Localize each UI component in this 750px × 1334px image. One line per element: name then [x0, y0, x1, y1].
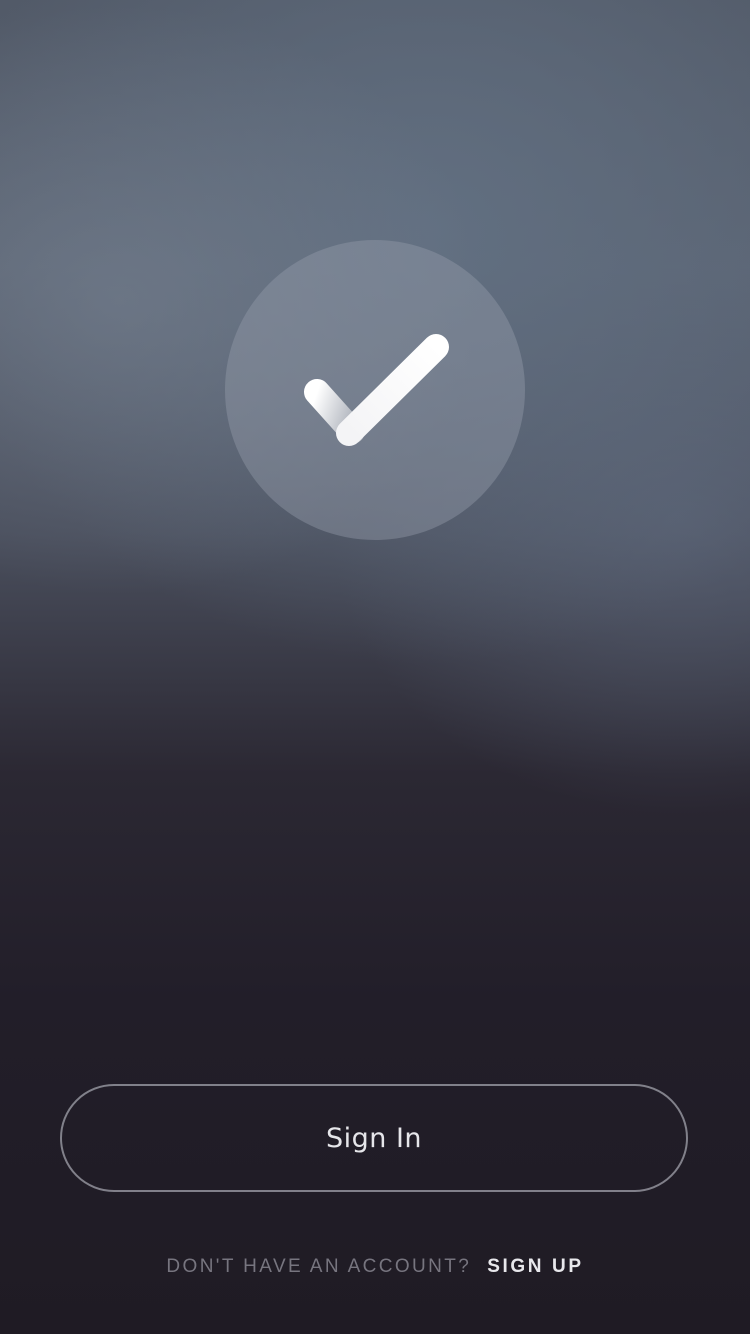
app-logo: [225, 240, 525, 540]
sign-up-row: DON'T HAVE AN ACCOUNT? SIGN UP: [0, 1252, 750, 1282]
sign-in-button[interactable]: Sign In: [60, 1084, 688, 1192]
sign-in-label: Sign In: [325, 1122, 423, 1154]
checkmark-icon: [304, 334, 449, 446]
no-account-prompt: DON'T HAVE AN ACCOUNT?: [166, 1256, 472, 1277]
welcome-screen: Sign In DON'T HAVE AN ACCOUNT? SIGN UP: [0, 0, 750, 1334]
sign-up-link[interactable]: SIGN UP: [487, 1256, 583, 1278]
